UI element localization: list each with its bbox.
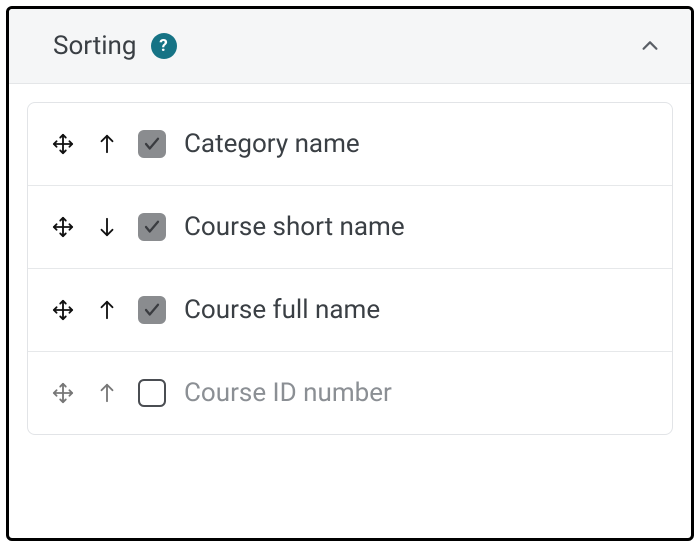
arrow-up-icon[interactable] [94,297,120,323]
checkbox[interactable] [138,130,166,158]
sort-item: Category name [28,103,672,186]
sort-item: Course ID number [28,352,672,434]
panel-body: Category name Course short name [9,84,691,435]
arrow-up-icon[interactable] [94,131,120,157]
panel-title: Sorting [53,31,137,61]
sort-list: Category name Course short name [27,102,673,435]
arrow-up-icon[interactable] [94,380,120,406]
sort-item-label: Course short name [184,212,405,242]
move-icon[interactable] [50,131,76,157]
panel-header-left: Sorting ? [53,31,177,61]
panel-header[interactable]: Sorting ? [9,9,691,84]
move-icon[interactable] [50,380,76,406]
move-icon[interactable] [50,297,76,323]
sort-item: Course short name [28,186,672,269]
arrow-down-icon[interactable] [94,214,120,240]
move-icon[interactable] [50,214,76,240]
chevron-up-icon[interactable] [637,33,663,59]
sort-item-label: Category name [184,129,360,159]
sorting-panel: Sorting ? Category name [6,6,694,541]
checkbox[interactable] [138,213,166,241]
sort-item-label: Course full name [184,295,380,325]
sort-item: Course full name [28,269,672,352]
help-icon[interactable]: ? [151,33,177,59]
checkbox[interactable] [138,379,166,407]
sort-item-label: Course ID number [184,378,392,408]
checkbox[interactable] [138,296,166,324]
